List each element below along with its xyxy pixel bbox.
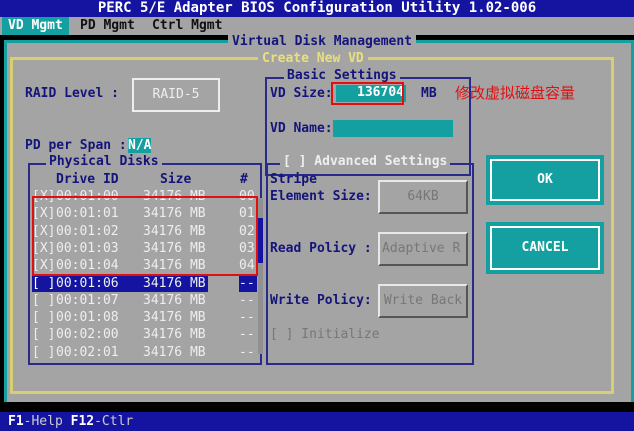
- header-size: Size: [160, 172, 192, 187]
- selected-disks-highlight: [32, 196, 258, 276]
- disk-row[interactable]: [ ] 00:01:06 34176 MB --: [32, 274, 257, 292]
- disk-size: 34176 MB: [143, 327, 206, 343]
- scrollbar-thumb[interactable]: [258, 218, 263, 263]
- tab-bar: VD Mgmt PD Mgmt Ctrl Mgmt: [0, 17, 634, 35]
- read-policy-select[interactable]: Adaptive R: [378, 232, 468, 266]
- panel-title: Virtual Disk Management: [228, 34, 417, 49]
- basic-settings-title: Basic Settings: [284, 68, 400, 83]
- disk-row[interactable]: [ ] 00:02:00 34176 MB --: [32, 326, 257, 343]
- pd-per-span-value[interactable]: N/A: [128, 138, 152, 153]
- header-number: #: [240, 172, 248, 187]
- disk-row[interactable]: [ ] 00:01:08 34176 MB --: [32, 309, 257, 326]
- tab-pd-mgmt[interactable]: PD Mgmt: [74, 17, 141, 35]
- f1-help-text: -Help: [23, 414, 71, 429]
- advanced-settings-checkbox[interactable]: [ ] Advanced Settings: [280, 154, 451, 169]
- f12-key: F12: [70, 414, 95, 429]
- stripe-label: Stripe: [270, 172, 317, 187]
- dialog-title: Create New VD: [258, 51, 368, 66]
- status-bar: F1-Help F12-Ctlr: [0, 412, 634, 431]
- read-policy-label: Read Policy :: [270, 241, 372, 256]
- ok-button[interactable]: OK: [486, 155, 604, 205]
- disk-id-value: 00:01:08: [56, 310, 119, 326]
- write-policy-label: Write Policy:: [270, 293, 372, 308]
- stripe-size-select[interactable]: 64KB: [378, 180, 468, 214]
- header-drive-id: Drive ID: [56, 172, 119, 187]
- annotation-text: 修改虚拟磁盘容量: [455, 84, 576, 102]
- pd-per-span-label: PD per Span :: [25, 138, 127, 153]
- vd-name-label: VD Name:: [270, 121, 333, 136]
- disk-id-value: 00:01:07: [56, 292, 119, 308]
- f12-ctlr-text: -Ctlr: [94, 414, 134, 429]
- element-size-label: Element Size:: [270, 189, 372, 204]
- disk-size: 34176 MB: [143, 275, 206, 291]
- highlight-box: [331, 82, 404, 105]
- raid-level-select[interactable]: RAID-5: [132, 78, 220, 112]
- disk-number: --: [239, 292, 255, 308]
- disk-number: --: [239, 327, 255, 343]
- physical-disks-title: Physical Disks: [46, 154, 162, 169]
- disk-size: 34176 MB: [143, 292, 206, 308]
- disk-id-value: 00:01:06: [56, 275, 119, 291]
- disk-id-value: 00:02:00: [56, 327, 119, 343]
- f1-key: F1: [8, 414, 24, 429]
- vd-name-input[interactable]: [333, 120, 453, 137]
- vd-size-label: VD Size:: [270, 86, 333, 101]
- write-policy-select[interactable]: Write Back: [378, 284, 468, 318]
- disk-row[interactable]: [ ] 00:01:07 34176 MB --: [32, 292, 257, 309]
- initialize-checkbox[interactable]: [ ] Initialize: [270, 327, 380, 342]
- disk-row[interactable]: [ ] 00:02:01 34176 MB --: [32, 344, 257, 361]
- disk-number: --: [239, 344, 255, 360]
- cancel-button[interactable]: CANCEL: [486, 222, 604, 274]
- vd-size-unit: MB: [421, 86, 437, 101]
- disk-size: 34176 MB: [143, 344, 206, 360]
- tab-vd-mgmt[interactable]: VD Mgmt: [2, 17, 69, 35]
- window-title: PERC 5/E Adapter BIOS Configuration Util…: [0, 0, 634, 17]
- raid-level-label: RAID Level :: [25, 86, 119, 101]
- disk-number: --: [239, 274, 257, 292]
- disk-size: 34176 MB: [143, 310, 206, 326]
- disk-number: --: [239, 310, 255, 326]
- tab-ctrl-mgmt[interactable]: Ctrl Mgmt: [146, 17, 228, 35]
- disk-id-value: 00:02:01: [56, 344, 119, 360]
